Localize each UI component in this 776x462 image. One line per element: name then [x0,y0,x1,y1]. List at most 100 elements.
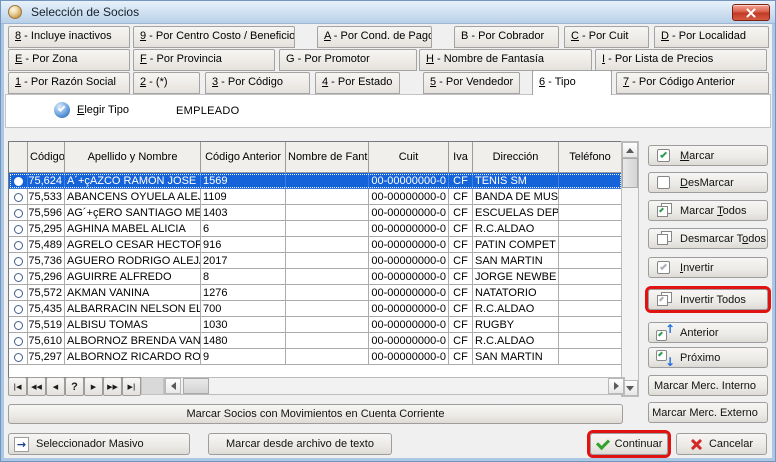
tab-row-1: 8 - Incluye inactivos 9 - Por Centro Cost… [8,26,770,48]
cancelar-button[interactable]: Cancelar [676,433,767,455]
blue-check-circle-icon [54,102,70,118]
desmarcar-todos-button[interactable]: Desmarcar Todos [648,228,768,249]
row-indicator [9,285,28,301]
label: Marcar [680,150,714,162]
marcar-merc-externo-button[interactable]: Marcar Merc. Externo [648,402,768,423]
seleccionador-masivo-button[interactable]: → Seleccionador Masivo [8,433,190,455]
cell-codigo-anterior: 1480 [201,333,286,349]
tab-5-por-vendedor[interactable]: 5 - Por Vendedor [423,72,520,94]
grid-row-9[interactable]: 175,435ALBARRACIN NELSON EL70000-0000000… [9,301,622,317]
column-header-telefono[interactable]: Teléfono [559,142,622,173]
label: 8 - Incluye inactivos [15,30,112,42]
marcar-movimientos-button[interactable]: Marcar Socios con Movimientos en Cuenta … [8,404,623,424]
cell-cuit: 00-00000000-0 [369,269,449,285]
nav-help-button[interactable]: ? [65,377,84,396]
nav-prior-button[interactable]: ◀ [46,377,65,396]
invertir-button[interactable]: Invertir [648,257,768,278]
marcar-desde-archivo-label: Marcar desde archivo de texto [226,438,374,450]
tab-3-por-codigo[interactable]: 3 - Por Código [205,72,310,94]
row-indicator [9,349,28,365]
vertical-scroll-thumb[interactable] [622,158,638,188]
grid-row-7[interactable]: 175,296AGUIRRE ALFREDO800-00000000-0CFJO… [9,269,622,285]
column-header-nombre-de-fantasia[interactable]: Nombre de Fantasía [286,142,369,173]
anterior-button[interactable]: ↑Anterior [648,322,768,343]
cell-nombre: AKMAN VANINA [65,285,201,301]
label: Invertir [680,262,714,274]
tab-8-incluye-inactivos[interactable]: 8 - Incluye inactivos [8,26,130,48]
cell-codigo-anterior: 6 [201,221,286,237]
grid-row-6[interactable]: 175,736AGUERO RODRIGO ALEJA201700-000000… [9,253,622,269]
proximo-button[interactable]: ↓Próximo [648,347,768,368]
record-circle-icon [14,305,23,314]
label: Marcar Todos [680,205,746,217]
seleccionador-masivo-label: Seleccionador Masivo [36,438,144,450]
nav-next-page-button[interactable]: ▶▶ [103,377,122,396]
tab-4-por-estado[interactable]: 4 - Por Estado [315,72,400,94]
grid-row-5[interactable]: 175,489AGRELO CESAR HECTOR91600-00000000… [9,237,622,253]
tab-c-por-cuit[interactable]: C - Por Cuit [564,26,649,48]
marcar-button[interactable]: Marcar [648,145,768,166]
grid-row-2[interactable]: 175,533ABANCENS OYUELA ALEJ110900-000000… [9,189,622,205]
column-header-apellido-y-nombre[interactable]: Apellido y Nombre [65,142,201,173]
scroll-left-button[interactable] [165,378,181,394]
grid-rows: 175,624A´+çAZCO RAMON JOSE156900-0000000… [9,173,622,365]
column-header-iva[interactable]: Iva [449,142,473,173]
nav-last-button[interactable]: ▶| [122,377,141,396]
nav-first-button[interactable]: |◀ [8,377,27,396]
tab-7-por-codigo-anterior[interactable]: 7 - Por Código Anterior [616,72,769,94]
tab-1-por-razon-social[interactable]: 1 - Por Razón Social [8,72,130,94]
tab-i-por-lista-de-precios[interactable]: I - Por Lista de Precios [595,49,767,71]
cell-nombre: ALBORNOZ BRENDA VAN [65,333,201,349]
cell-nombre-fantasia [286,221,369,237]
grid-row-8[interactable]: 175,572AKMAN VANINA127600-00000000-0CFNA… [9,285,622,301]
tab-6-tipo[interactable]: 6 - Tipo [532,70,612,95]
cell-nombre-fantasia [286,301,369,317]
marcar-merc-interno-button[interactable]: Marcar Merc. Interno [648,375,768,396]
column-header-codigo[interactable]: Código [28,142,65,173]
tab-2[interactable]: 2 - (*) [133,72,200,94]
grid-row-4[interactable]: 175,295AGHINA MABEL ALICIA600-00000000-0… [9,221,622,237]
cell-codigo: 175,295 [28,221,65,237]
grid-row-12[interactable]: 175,297ALBORNOZ RICARDO RO900-00000000-0… [9,349,622,365]
elegir-tipo-button[interactable]: Elegir Tipo [54,102,129,118]
nav-next-button[interactable]: ▶ [84,377,103,396]
cell-iva: CF [449,285,473,301]
desmarcar-button[interactable]: DesMarcar [648,172,768,193]
tab-d-por-localidad[interactable]: D - Por Localidad [654,26,769,48]
nav-prior-page-button[interactable]: ◀◀ [27,377,46,396]
tab-e-por-zona[interactable]: E - Por Zona [8,49,130,71]
grid-horizontal-scrollbar[interactable] [164,377,625,395]
tab-b-por-cobrador[interactable]: B - Por Cobrador [454,26,559,48]
cell-cuit: 00-00000000-0 [369,317,449,333]
grid-row-1[interactable]: 175,624A´+çAZCO RAMON JOSE156900-0000000… [9,173,622,189]
invertir-todos-button[interactable]: Invertir Todos [648,289,768,310]
grid-row-10[interactable]: 175,519ALBISU TOMAS103000-00000000-0CFRU… [9,317,622,333]
marcar-todos-button[interactable]: Marcar Todos [648,200,768,221]
column-header-indicator[interactable] [9,142,28,173]
tab-g-por-promotor[interactable]: G - Por Promotor [279,49,417,71]
cell-telefono [559,221,622,237]
cell-iva: CF [449,349,473,365]
cell-codigo: 175,489 [28,237,65,253]
row-indicator [9,221,28,237]
tab-h-nombre-de-fantasia[interactable]: H - Nombre de Fantasía [419,49,592,71]
tab-a-por-cond-de-pago[interactable]: A - Por Cond. de Pago [317,26,432,48]
close-button[interactable] [732,4,770,21]
continuar-button[interactable]: Continuar [590,433,668,455]
grid-row-11[interactable]: 175,610ALBORNOZ BRENDA VAN148000-0000000… [9,333,622,349]
scroll-up-button[interactable] [622,142,638,158]
horizontal-scroll-thumb[interactable] [183,378,209,394]
cell-codigo-anterior: 1403 [201,205,286,221]
grid-vertical-scrollbar[interactable] [621,141,639,397]
scroll-right-button[interactable] [608,378,624,394]
tab-9-por-centro-costo-beneficio[interactable]: 9 - Por Centro Costo / Beneficio [133,26,295,48]
marcar-desde-archivo-button[interactable]: Marcar desde archivo de texto [208,433,392,455]
cell-iva: CF [449,317,473,333]
column-header-direccion[interactable]: Dirección [473,142,559,173]
chevron-up-icon [626,148,634,153]
column-header-codigo-anterior[interactable]: Código Anterior [201,142,286,173]
grid-row-3[interactable]: 175,596AG´+çERO SANTIAGO ME140300-000000… [9,205,622,221]
cell-direccion: BANDA DE MUS [473,189,559,205]
tab-f-por-provincia[interactable]: F - Por Provincia [133,49,275,71]
column-header-cuit[interactable]: Cuit [369,142,449,173]
